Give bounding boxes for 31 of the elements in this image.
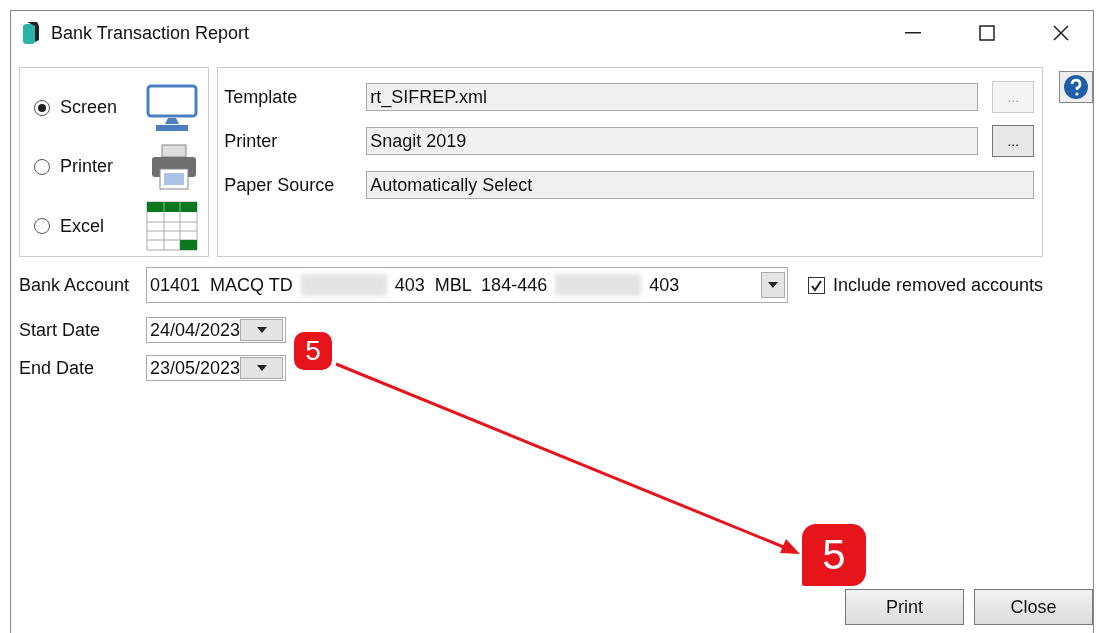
dialog-button[interactable]: Print xyxy=(845,589,964,625)
field-label: Printer xyxy=(224,130,279,152)
step-badge: 5 xyxy=(292,330,334,372)
minimize-icon xyxy=(905,32,921,34)
dropdown-field[interactable]: 01401 MACQ TD 403 MBL 184-446 403 xyxy=(146,267,788,303)
field-label: End Date xyxy=(19,357,96,379)
field-label: Template xyxy=(224,86,299,108)
field-label: Bank Account xyxy=(19,274,131,296)
radio-option[interactable]: Printer xyxy=(34,156,113,178)
maximize-icon xyxy=(979,25,995,41)
database-icon xyxy=(21,20,41,46)
dialog-button[interactable]: Close xyxy=(974,589,1093,625)
step-badge: 5 xyxy=(800,522,868,588)
window-title: Bank Transaction Report xyxy=(51,22,251,44)
radio-option[interactable]: Screen xyxy=(34,97,118,119)
date-field[interactable]: 23/05/2023 xyxy=(146,355,286,381)
input-field[interactable]: rt_SIFREP.xml xyxy=(366,83,979,111)
monitor-icon xyxy=(146,83,199,132)
spreadsheet-icon xyxy=(146,201,199,252)
field-label: Start Date xyxy=(19,319,102,341)
field-label: Paper Source xyxy=(224,174,336,196)
check-icon xyxy=(810,278,823,292)
input-field[interactable]: Automatically Select xyxy=(366,171,1035,199)
printer-icon xyxy=(150,143,199,191)
help-icon[interactable] xyxy=(1059,71,1093,103)
browse-button[interactable]: ... xyxy=(992,125,1035,157)
include-removed-checkbox[interactable]: Include removed accounts xyxy=(808,274,1044,296)
radio-option[interactable]: Excel xyxy=(34,215,104,237)
input-field[interactable]: Snagit 2019 xyxy=(366,127,979,155)
close-icon xyxy=(1053,25,1069,41)
date-field[interactable]: 24/04/2023 xyxy=(146,317,286,343)
